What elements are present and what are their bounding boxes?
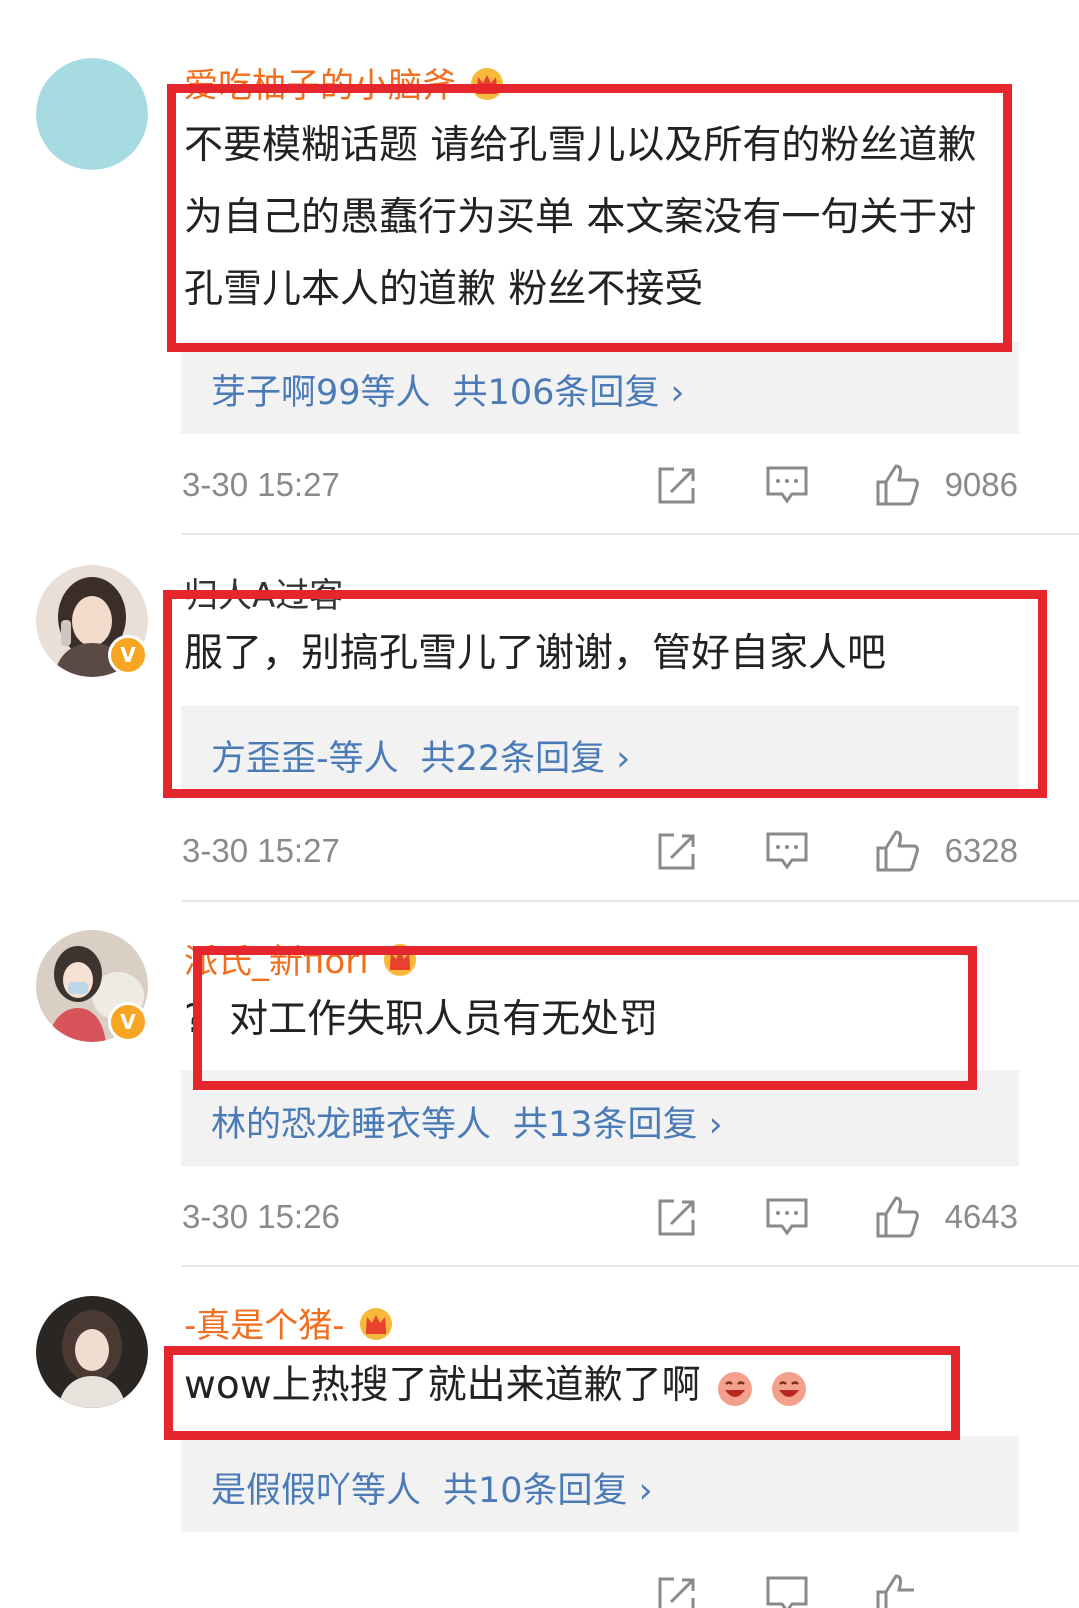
reply-count-link[interactable]: 共13条回复 › <box>513 1105 723 1145</box>
comment-meta: 3-30 15:27 9086 <box>182 462 1018 512</box>
comment-icon[interactable] <box>764 1194 810 1240</box>
comment-feed: 爱吃柚子的小脑斧 不要模糊话题 请给孔雪儿以及所有的粉丝道歉 为自己的愚蠢行为买… <box>0 0 1079 1608</box>
verified-v-icon: V <box>108 1002 148 1042</box>
thumbs-up-icon[interactable] <box>874 828 920 874</box>
comment-meta: 3-30 15:27 6328 <box>182 828 1018 878</box>
share-icon[interactable] <box>654 462 700 508</box>
crown-icon <box>359 1307 392 1340</box>
highlight-box <box>193 946 977 1090</box>
share-icon[interactable] <box>654 828 700 874</box>
share-icon[interactable] <box>654 1194 700 1240</box>
divider <box>182 533 1079 535</box>
highlight-box <box>163 590 1047 798</box>
timestamp: 3-30 15:27 <box>182 466 340 503</box>
comment-icon[interactable] <box>764 828 810 874</box>
avatar[interactable] <box>36 1296 148 1408</box>
verified-v-icon: V <box>108 635 148 675</box>
reply-users[interactable]: 芽子啊99等人 <box>211 373 431 413</box>
divider <box>182 1265 1079 1267</box>
like-count: 6328 <box>944 832 1018 869</box>
highlight-box <box>167 84 1012 352</box>
timestamp: 3-30 15:27 <box>182 832 340 869</box>
comment-meta: 3-30 15:26 4643 <box>182 1194 1018 1244</box>
avatar[interactable] <box>36 58 148 170</box>
comment-icon[interactable] <box>764 462 810 508</box>
comment-icon[interactable] <box>764 1572 810 1608</box>
timestamp: 3-30 15:26 <box>182 1198 340 1235</box>
like-count: 9086 <box>944 466 1018 503</box>
reply-preview[interactable]: 芽子啊99等人 共106条回复 › <box>181 342 1019 434</box>
reply-users[interactable]: 是假假吖等人 <box>211 1471 421 1511</box>
thumbs-up-icon[interactable] <box>874 462 920 508</box>
reply-preview[interactable]: 是假假吖等人 共10条回复 › <box>181 1436 1019 1532</box>
username[interactable]: -真是个猪- <box>184 1298 395 1347</box>
reply-count-link[interactable]: 共106条回复 › <box>453 373 685 413</box>
highlight-box <box>164 1346 960 1440</box>
reply-count-link[interactable]: 共10条回复 › <box>443 1471 653 1511</box>
thumbs-up-icon[interactable] <box>874 1194 920 1240</box>
share-icon[interactable] <box>654 1572 700 1608</box>
like-count: 4643 <box>944 1198 1018 1235</box>
thumbs-up-icon[interactable] <box>874 1572 920 1608</box>
divider <box>182 900 1079 902</box>
comment-meta <box>182 1572 1018 1608</box>
reply-users[interactable]: 林的恐龙睡衣等人 <box>211 1105 491 1145</box>
